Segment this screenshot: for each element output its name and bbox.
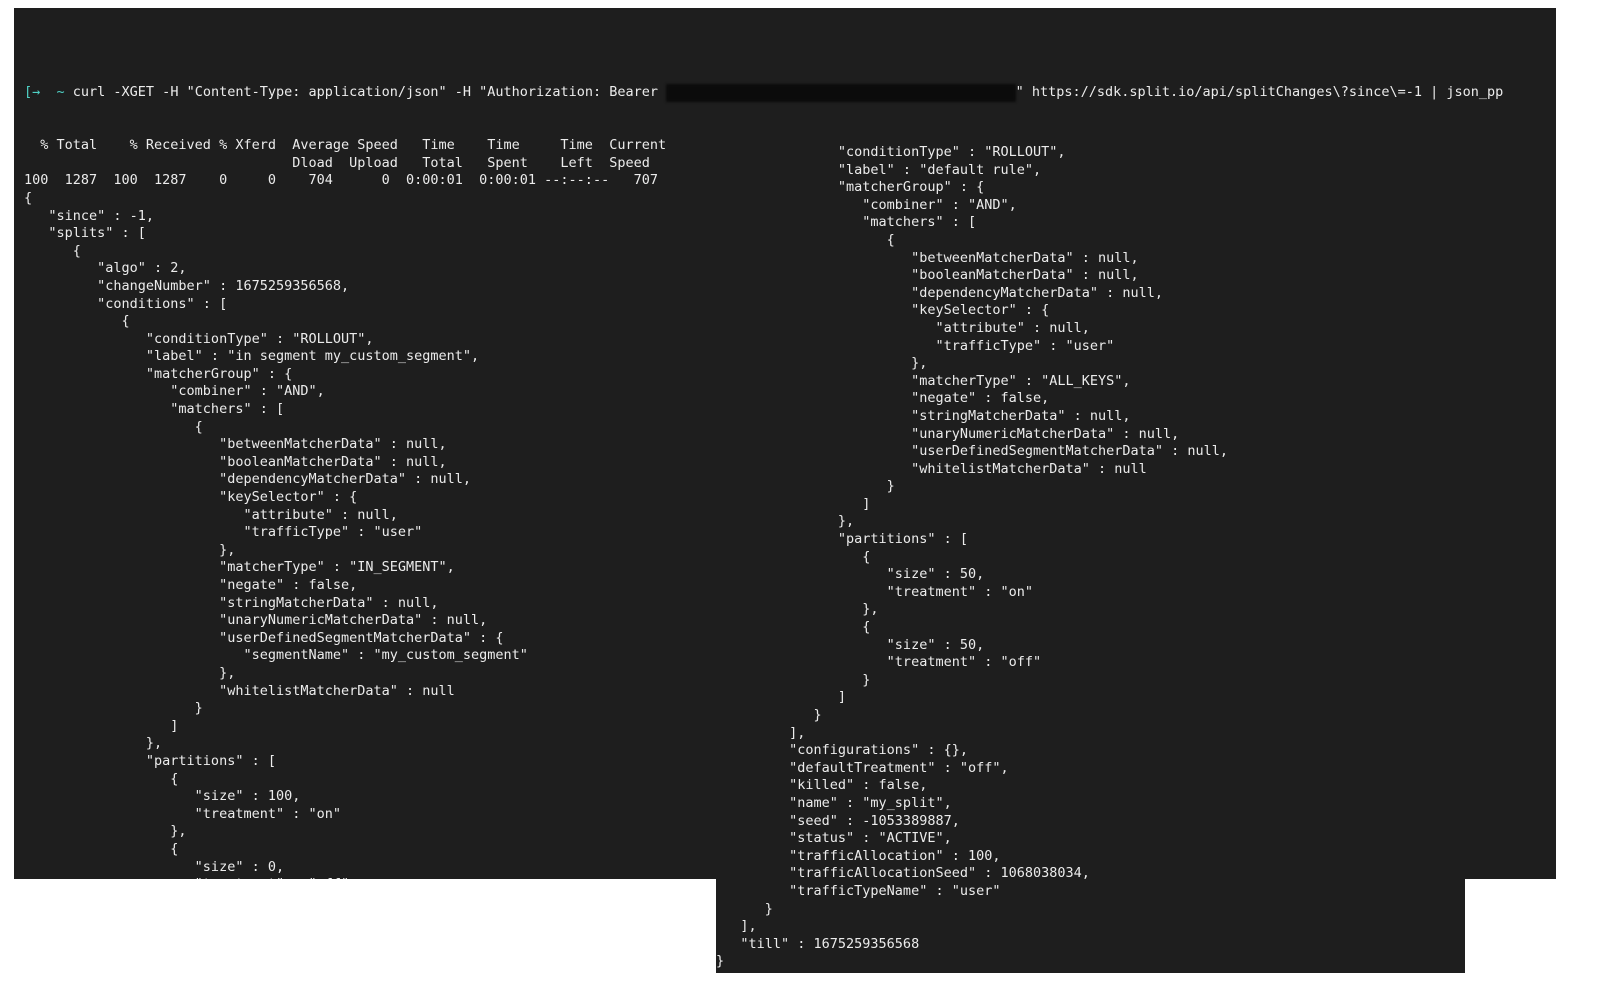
- output-line: ],: [716, 918, 757, 935]
- output-line: "trafficAllocationSeed" : 1068038034,: [716, 865, 1090, 882]
- output-line: "stringMatcherData" : null,: [716, 407, 1131, 424]
- command-text: curl -XGET -H "Content-Type: application…: [72, 84, 667, 101]
- output-line: "unaryNumericMatcherData" : null,: [716, 425, 1180, 442]
- output-line: "booleanMatcherData" : null,: [716, 267, 1139, 284]
- output-line: "matcherType" : "ALL_KEYS",: [716, 372, 1131, 389]
- output-line: "negate" : false,: [716, 390, 1050, 407]
- output-line: }: [716, 478, 895, 495]
- output-line: }: [716, 671, 871, 688]
- output-line: ]: [716, 689, 847, 706]
- output-line: "trafficTypeName" : "user": [716, 882, 1001, 899]
- output-line: },: [716, 513, 855, 530]
- output-line: {: [716, 231, 895, 248]
- output-line: "size" : 50,: [716, 566, 985, 583]
- output-line: {: [716, 548, 871, 565]
- output-line: },: [716, 355, 928, 372]
- output-line: "name" : "my_split",: [716, 794, 952, 811]
- command-line[interactable]: [→ ~ curl -XGET -H "Content-Type: applic…: [24, 84, 1556, 102]
- output-line: "trafficAllocation" : 100,: [716, 847, 1001, 864]
- output-line: "combiner" : "AND",: [716, 196, 1017, 213]
- output-line: "size" : 50,: [716, 636, 985, 653]
- output-line: "keySelector" : {: [716, 302, 1050, 319]
- output-line: }: [716, 900, 773, 917]
- output-line: "treatment" : "off": [716, 654, 1042, 671]
- output-line: "dependencyMatcherData" : null,: [716, 284, 1164, 301]
- output-line: },: [716, 601, 879, 618]
- output-line: "matchers" : [: [716, 214, 977, 231]
- output-line: "killed" : false,: [716, 777, 928, 794]
- output-line: "till" : 1675259356568: [716, 935, 920, 952]
- output-line: "seed" : -1053389887,: [716, 812, 960, 829]
- prompt-arrow-icon: [→ ~: [24, 84, 73, 101]
- redacted-token: [666, 84, 1016, 102]
- output-line: }: [716, 953, 725, 970]
- output-line: "attribute" : null,: [716, 319, 1090, 336]
- json-output-right: "conditionType" : "ROLLOUT", "label" : "…: [716, 144, 1228, 971]
- output-line: "whitelistMatcherData" : null: [716, 460, 1147, 477]
- output-line: "partitions" : [: [716, 531, 968, 548]
- output-line: "trafficType" : "user": [716, 337, 1115, 354]
- output-line: "matcherGroup" : {: [716, 179, 985, 196]
- output-line: "configurations" : {},: [716, 742, 968, 759]
- output-line: "status" : "ACTIVE",: [716, 830, 952, 847]
- output-line: "treatment" : "on": [716, 583, 1033, 600]
- output-line: "betweenMatcherData" : null,: [716, 249, 1139, 266]
- output-line: }: [716, 707, 822, 723]
- output-line: "label" : "default rule",: [716, 161, 1042, 178]
- output-line: "userDefinedSegmentMatcherData" : null,: [716, 443, 1229, 460]
- output-line: "conditionType" : "ROLLOUT",: [716, 144, 1066, 160]
- output-line: ]: [716, 495, 871, 512]
- output-line: "defaultTreatment" : "off",: [716, 759, 1009, 776]
- output-line: {: [716, 619, 871, 636]
- output-line: ],: [716, 724, 806, 741]
- command-url: " https://sdk.split.io/api/splitChanges\…: [1015, 84, 1504, 101]
